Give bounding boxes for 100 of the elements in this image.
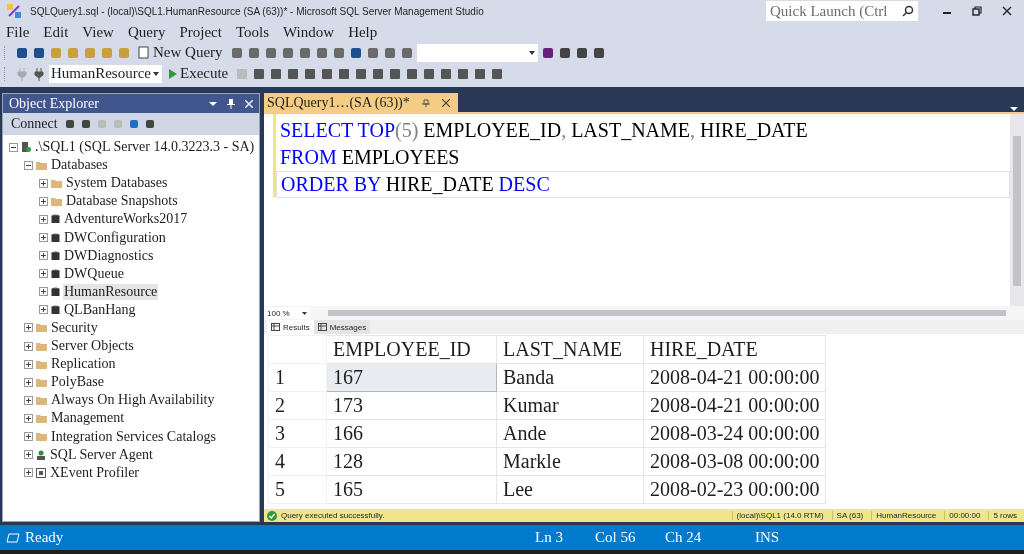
tree-item[interactable]: DWConfiguration: [63, 229, 167, 246]
menu-item[interactable]: Window: [283, 23, 335, 41]
tree-item[interactable]: AdventureWorks2017: [63, 211, 189, 228]
table-cell[interactable]: 2008-04-21 00:00:00: [643, 391, 826, 420]
tree-item[interactable]: SQL Server Agent: [49, 446, 154, 463]
table-cell[interactable]: 165: [326, 475, 497, 504]
app-logo-icon: [6, 3, 22, 19]
column-header: EMPLOYEE_ID: [326, 335, 497, 364]
expand-icon[interactable]: [24, 395, 33, 405]
status-field: (local)\SQL1 (14.0 RTM): [731, 511, 828, 520]
tree-item[interactable]: Integration Services Catalogs: [50, 428, 217, 445]
expand-icon[interactable]: [39, 305, 48, 315]
dropdown-icon[interactable]: [209, 100, 217, 107]
pin-icon[interactable]: [421, 98, 430, 107]
new-query-button[interactable]: New Query: [134, 42, 227, 63]
database-icon: [51, 250, 60, 261]
table-cell[interactable]: 2008-04-21 00:00:00: [643, 363, 826, 392]
tree-item[interactable]: System Databases: [65, 175, 169, 192]
expand-icon[interactable]: [24, 450, 33, 460]
tree-item[interactable]: QLBanHang: [63, 301, 137, 318]
row-number: 5: [268, 475, 327, 504]
menu-item[interactable]: Help: [348, 23, 378, 41]
expand-icon[interactable]: [39, 269, 48, 279]
document-icon: [138, 46, 150, 59]
expand-icon[interactable]: [39, 178, 48, 188]
column-header: HIRE_DATE: [643, 335, 826, 364]
restore-icon[interactable]: [972, 6, 982, 16]
expand-icon[interactable]: [39, 287, 48, 297]
table-cell[interactable]: Ande: [496, 419, 644, 448]
status-field: HumanResource: [871, 511, 941, 520]
tree-item[interactable]: Server Objects: [50, 338, 135, 355]
table-cell[interactable]: 2008-03-24 00:00:00: [643, 419, 826, 448]
tree-item[interactable]: .\SQL1 (SQL Server 14.0.3223.3 - SA): [34, 139, 256, 156]
database-icon: [51, 286, 60, 297]
expand-icon[interactable]: [39, 251, 48, 261]
tree-item[interactable]: Security: [50, 320, 99, 336]
menu-item[interactable]: File: [6, 23, 30, 41]
connect-button[interactable]: Connect: [11, 116, 58, 132]
tree-item[interactable]: DWQueue: [63, 265, 125, 282]
expand-icon[interactable]: [39, 196, 48, 206]
quick-launch-field[interactable]: Quick Launch (Ctrl: [766, 1, 918, 21]
table-cell[interactable]: Banda: [496, 363, 644, 392]
expand-icon[interactable]: [24, 413, 33, 423]
table-cell[interactable]: 166: [326, 419, 497, 448]
success-icon: [267, 510, 277, 521]
status-icon: [6, 532, 20, 543]
agent-icon: [36, 449, 46, 460]
expand-icon[interactable]: [24, 359, 33, 369]
insert-mode-indicator: INS: [755, 529, 780, 546]
table-cell[interactable]: 2008-03-08 00:00:00: [643, 447, 826, 476]
results-tab[interactable]: Messages: [313, 320, 371, 334]
profiler-icon: [36, 467, 46, 478]
zoom-dropdown[interactable]: 100 %: [264, 307, 310, 319]
table-cell[interactable]: Lee: [496, 475, 644, 504]
tree-item[interactable]: Replication: [50, 356, 117, 373]
table-cell[interactable]: 173: [326, 391, 497, 420]
status-text: Ready: [25, 529, 65, 546]
status-message: Query executed successfully.: [281, 511, 385, 520]
menu-item[interactable]: View: [82, 23, 114, 41]
server-icon: [21, 142, 31, 153]
table-cell[interactable]: 2008-02-23 00:00:00: [643, 475, 826, 504]
tree-item[interactable]: Database Snapshots: [65, 193, 179, 210]
execute-button[interactable]: Execute: [164, 63, 233, 84]
expand-icon[interactable]: [24, 468, 33, 478]
expand-icon[interactable]: [24, 323, 33, 333]
caret-icon: [528, 50, 535, 55]
expand-icon[interactable]: [24, 377, 33, 387]
vertical-scrollbar[interactable]: [1010, 114, 1024, 306]
tree-item[interactable]: Always On High Availability: [50, 392, 216, 409]
play-icon: [168, 68, 177, 79]
close-icon[interactable]: [441, 98, 450, 107]
table-cell[interactable]: 167: [326, 363, 497, 392]
tree-item[interactable]: XEvent Profiler: [49, 464, 141, 481]
table-cell[interactable]: Kumar: [496, 391, 644, 420]
editor-tab[interactable]: SQLQuery1…(SA (63))*: [264, 93, 458, 112]
collapse-icon[interactable]: [24, 160, 33, 170]
tree-item[interactable]: HumanResource: [63, 283, 159, 300]
tree-item[interactable]: PolyBase: [50, 374, 105, 391]
tree-item[interactable]: Databases: [50, 157, 109, 174]
tree-item[interactable]: DWDiagnostics: [63, 247, 155, 264]
menu-item[interactable]: Edit: [43, 23, 69, 41]
code-editor[interactable]: SELECT TOP(5) EMPLOYEE_ID, LAST_NAME, HIRE_DATE FROM EMPLOYEES ORDER BY HIRE_DATE DESC: [264, 112, 1024, 306]
collapse-icon[interactable]: [9, 142, 18, 152]
results-tab[interactable]: Results: [267, 320, 314, 334]
menu-item[interactable]: Query: [127, 23, 166, 41]
close-icon[interactable]: [1002, 6, 1012, 16]
menu-item[interactable]: Project: [179, 23, 222, 41]
table-cell[interactable]: 128: [326, 447, 497, 476]
plug-icon[interactable]: [32, 66, 46, 81]
table-cell[interactable]: Markle: [496, 447, 644, 476]
messages-icon: [317, 323, 327, 331]
pin-icon[interactable]: [227, 98, 235, 109]
expand-icon[interactable]: [24, 432, 33, 442]
expand-icon[interactable]: [24, 341, 33, 351]
menu-item[interactable]: Tools: [235, 23, 270, 41]
tree-item[interactable]: Management: [50, 410, 126, 427]
expand-icon[interactable]: [39, 233, 48, 242]
line-indicator: Ln 3: [535, 529, 564, 546]
expand-icon[interactable]: [39, 214, 48, 224]
database-dropdown[interactable]: HumanResource: [49, 64, 162, 83]
